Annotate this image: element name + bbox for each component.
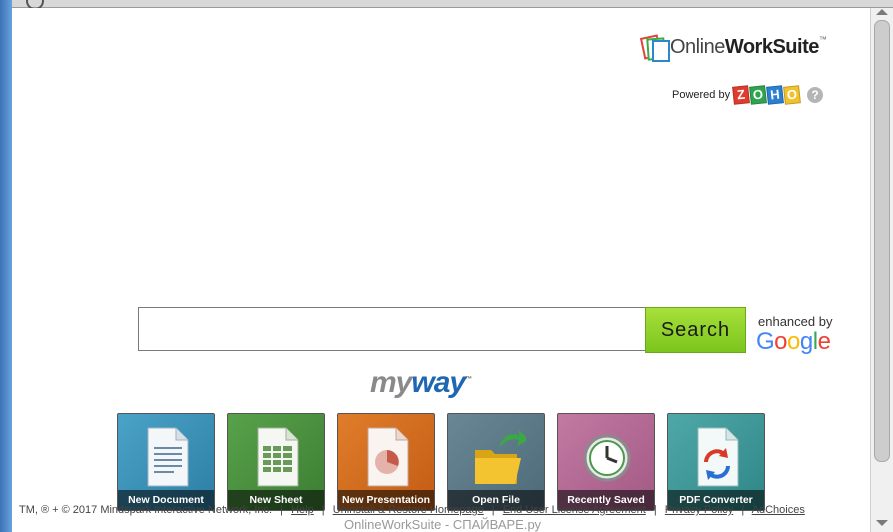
- google-letter: e: [817, 328, 831, 355]
- pdf-convert-icon: [697, 427, 739, 487]
- presentation-icon: [367, 427, 409, 487]
- footer: TM, ® + © 2017 Mindspark Interactive Net…: [19, 504, 869, 516]
- spreadsheet-icon: [257, 427, 299, 487]
- zoho-letter: O: [783, 85, 801, 105]
- myway-part-way: way: [411, 366, 466, 399]
- help-icon[interactable]: ?: [807, 87, 824, 103]
- scroll-thumb[interactable]: [874, 20, 890, 462]
- document-icon: [147, 427, 189, 487]
- scroll-down-arrow-icon[interactable]: [876, 520, 888, 526]
- enhanced-by-label: enhanced by: [758, 314, 833, 329]
- tile-new-sheet[interactable]: New Sheet: [227, 413, 325, 511]
- google-logo: Google: [756, 328, 831, 355]
- tile-recently-saved[interactable]: Recently Saved: [557, 413, 655, 511]
- search-button[interactable]: Search: [645, 307, 746, 353]
- vertical-scrollbar[interactable]: [870, 8, 893, 532]
- window-frame-left: [0, 0, 12, 532]
- watermark-text: OnlineWorkSuite - СПАЙВАРЕ.ру: [344, 517, 542, 532]
- brand-trademark: ™: [818, 34, 827, 44]
- copyright-text: TM, ® + © 2017 Mindspark Interactive Net…: [19, 504, 273, 516]
- footer-separator: |: [321, 504, 325, 516]
- myway-trademark: ™: [465, 376, 472, 383]
- footer-separator: |: [280, 504, 284, 516]
- clock-icon: [583, 434, 631, 482]
- enhanced-by-google: enhanced by Google: [756, 314, 832, 355]
- tile-pdf-converter[interactable]: PDF Converter: [667, 413, 765, 511]
- google-letter: G: [756, 328, 775, 355]
- zoho-letter: O: [749, 85, 767, 105]
- uninstall-link[interactable]: Uninstall & Restore Homepage: [333, 504, 484, 516]
- footer-separator: |: [741, 504, 745, 516]
- scroll-up-arrow-icon[interactable]: [876, 9, 888, 15]
- brand-name: OnlineWorkSuite: [670, 35, 819, 58]
- myway-part-my: my: [370, 366, 412, 399]
- pages-icon: [639, 34, 670, 62]
- onlineworksuite-logo[interactable]: OnlineWorkSuite ™: [639, 32, 827, 62]
- window-top-bar: [12, 0, 893, 10]
- powered-by-zoho: Powered by Z O H O ?: [672, 85, 824, 105]
- tile-open-file[interactable]: Open File: [447, 413, 545, 511]
- page-content: OnlineWorkSuite ™ Powered by Z O H O ? S…: [12, 8, 870, 532]
- eula-link[interactable]: End User License Agreement: [503, 504, 646, 516]
- privacy-policy-link[interactable]: Privacy Policy: [665, 504, 733, 516]
- footer-separator: |: [653, 504, 657, 516]
- powered-by-label: Powered by: [672, 89, 731, 101]
- adchoices-link[interactable]: AdChoices: [752, 504, 805, 516]
- google-letter: o: [774, 328, 788, 355]
- tile-new-presentation[interactable]: New Presentation: [337, 413, 435, 511]
- footer-separator: |: [491, 504, 495, 516]
- zoho-logo[interactable]: Z O H O: [732, 85, 801, 105]
- myway-logo[interactable]: myway™: [370, 366, 472, 400]
- zoho-letter: H: [766, 85, 784, 105]
- zoho-letter: Z: [732, 85, 750, 105]
- google-letter: o: [787, 328, 800, 355]
- search-input[interactable]: [138, 307, 645, 351]
- google-letter: g: [799, 328, 813, 355]
- folder-icon: [475, 430, 526, 484]
- tile-new-document[interactable]: New Document: [117, 413, 215, 511]
- help-link[interactable]: Help: [291, 504, 314, 516]
